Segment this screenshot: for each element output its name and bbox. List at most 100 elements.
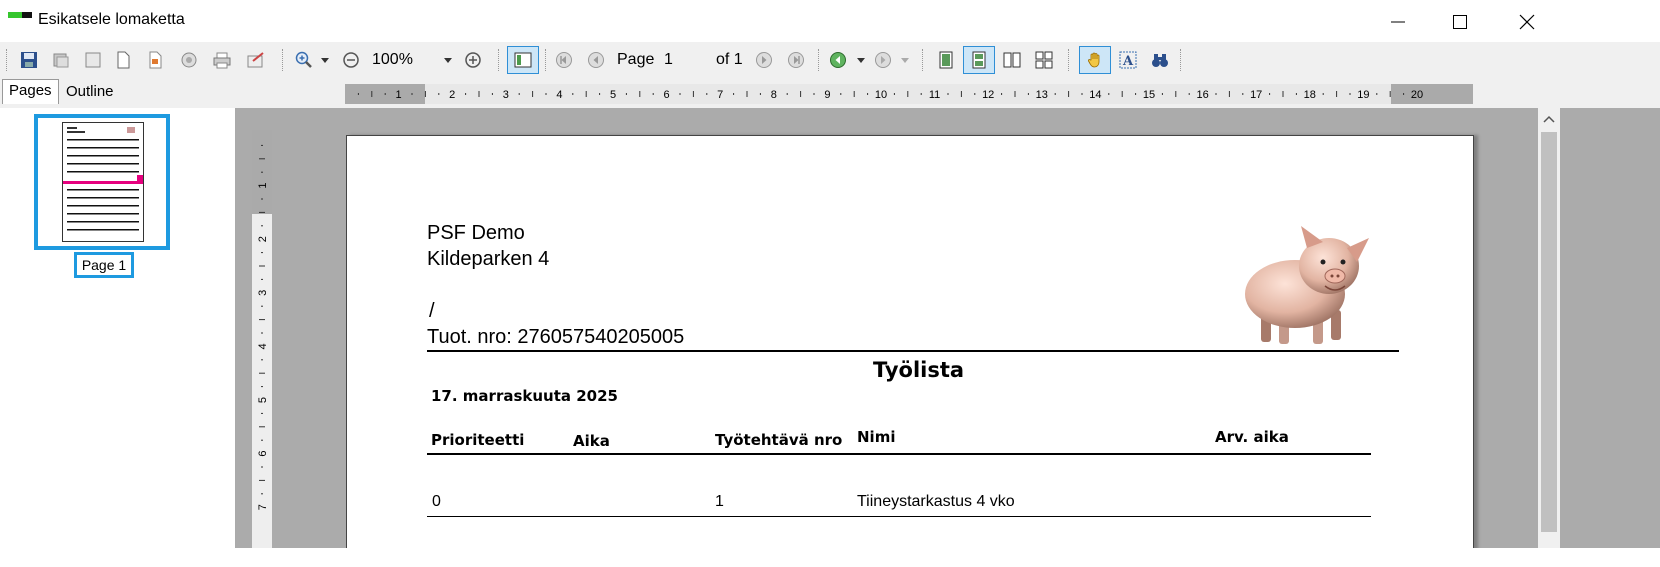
- multiple-pages-icon: [1035, 51, 1053, 69]
- vertical-ruler: 1 2 3 4 5 6 7: [252, 130, 272, 548]
- page-thumbnail[interactable]: [34, 114, 170, 250]
- toolbar: 100% Page 1 of 1 A: [0, 43, 1660, 77]
- product-number: Tuot. nro: 276057540205005: [427, 326, 685, 348]
- ruler-label: 9: [824, 89, 830, 101]
- tab-pages[interactable]: Pages: [2, 79, 59, 104]
- tab-outline[interactable]: Outline: [60, 81, 120, 103]
- row-divider: [427, 516, 1371, 517]
- zoom-out-button[interactable]: [340, 46, 362, 74]
- save-button[interactable]: [16, 46, 42, 74]
- previous-page-icon: [588, 52, 604, 68]
- stop-button[interactable]: [176, 46, 202, 74]
- page-setup-button[interactable]: [80, 46, 106, 74]
- continuous-page-button[interactable]: [963, 46, 995, 74]
- title-bar: Esikatsele lomaketta: [0, 0, 1660, 42]
- multiple-pages-button[interactable]: [1030, 46, 1058, 74]
- forward-button[interactable]: [870, 46, 896, 74]
- scroll-up-icon: [1543, 115, 1555, 123]
- open-button[interactable]: [48, 46, 74, 74]
- ruler-label: 15: [1143, 89, 1155, 101]
- vertical-scrollbar[interactable]: [1538, 108, 1560, 548]
- chevron-down-icon: [857, 57, 865, 63]
- next-page-icon: [756, 52, 772, 68]
- horizontal-ruler: 1 2 3 4 5 6 7 8 9 10 11 12 13 14 15 16 17 18 19 20: [345, 84, 1473, 104]
- find-button[interactable]: [1146, 46, 1174, 74]
- thumbnails-panel-icon: [514, 52, 532, 68]
- close-icon: [1519, 14, 1535, 30]
- previous-page-button[interactable]: [584, 46, 608, 74]
- page-thumbnails-panel: Page 1: [0, 108, 236, 548]
- chevron-down-icon: [444, 57, 452, 63]
- ruler-label: 18: [1304, 89, 1316, 101]
- printer-icon: [213, 52, 231, 69]
- minimize-button[interactable]: [1368, 4, 1428, 40]
- two-pages-button[interactable]: [998, 46, 1026, 74]
- document-page: PSF Demo Kildeparken 4 / Tuot. nro: 2760…: [346, 135, 1474, 548]
- ruler-label: 6: [257, 451, 269, 457]
- scrollbar-thumb[interactable]: [1541, 132, 1557, 532]
- page-number-input[interactable]: 1: [664, 48, 708, 72]
- ruler-label: 20: [1411, 89, 1423, 101]
- zoom-in-dropdown[interactable]: [318, 46, 332, 74]
- chevron-down-icon: [901, 57, 909, 63]
- report-date: 17. marraskuuta 2025: [431, 387, 618, 405]
- forward-dropdown[interactable]: [898, 46, 912, 74]
- last-page-button[interactable]: [784, 46, 808, 74]
- svg-text:A: A: [1122, 54, 1134, 69]
- send-button[interactable]: [242, 46, 270, 74]
- two-pages-icon: [1003, 52, 1021, 68]
- ruler-label: 11: [929, 89, 940, 101]
- zoom-plus-button[interactable]: [462, 46, 484, 74]
- back-button[interactable]: [824, 46, 852, 74]
- hand-tool-button[interactable]: [1079, 46, 1111, 74]
- maximize-icon: [1453, 15, 1467, 29]
- zoom-dropdown[interactable]: [440, 46, 456, 74]
- ruler-label: 6: [664, 89, 670, 101]
- export-icon: [149, 51, 162, 69]
- first-page-button[interactable]: [552, 46, 576, 74]
- ruler-label: 5: [257, 397, 269, 403]
- maximize-button[interactable]: [1430, 4, 1490, 40]
- back-arrow-icon: [830, 52, 846, 68]
- thumbnail-content: [63, 127, 143, 231]
- close-button[interactable]: [1497, 4, 1557, 40]
- company-name: PSF Demo: [427, 222, 525, 244]
- single-page-button[interactable]: [932, 46, 960, 74]
- row-priority: 0: [432, 493, 441, 510]
- row-name: Tiineystarkastus 4 vko: [857, 493, 1015, 510]
- ruler-label: 1: [257, 183, 269, 189]
- thumbnail-preview: [62, 122, 144, 242]
- next-page-button[interactable]: [752, 46, 776, 74]
- ruler-label: 2: [449, 89, 455, 101]
- ruler-label: 4: [556, 89, 562, 101]
- page-count-label: of 1: [716, 48, 750, 72]
- back-dropdown[interactable]: [854, 46, 868, 74]
- open-file-icon: [53, 53, 69, 68]
- print-button[interactable]: [208, 46, 236, 74]
- minimize-icon: [1391, 21, 1405, 23]
- zoom-input[interactable]: 100%: [372, 48, 432, 72]
- ruler-label: 3: [503, 89, 509, 101]
- pig-logo: [1245, 226, 1369, 344]
- stop-icon: [181, 52, 197, 68]
- new-page-button[interactable]: [110, 46, 136, 74]
- zoom-in-icon: [295, 51, 312, 68]
- column-header-priority: Prioriteetti: [431, 431, 525, 449]
- preview-window: Esikatsele lomaketta 100% Page 1 of 1 A …: [0, 0, 1660, 548]
- ruler-label: 7: [717, 89, 723, 101]
- row-task-number: 1: [715, 493, 724, 510]
- thumbnails-toggle-button[interactable]: [507, 46, 539, 74]
- column-header-name: Nimi: [857, 428, 896, 446]
- text-select-button[interactable]: A: [1114, 46, 1142, 74]
- ruler-label: 13: [1036, 89, 1048, 101]
- forward-arrow-icon: [875, 52, 891, 68]
- hand-icon: [1088, 52, 1100, 68]
- window-title: Esikatsele lomaketta: [38, 11, 185, 28]
- zoom-in-button[interactable]: [292, 46, 316, 74]
- ruler-label: 19: [1357, 89, 1369, 101]
- page-icon: [117, 51, 130, 69]
- export-button[interactable]: [142, 46, 168, 74]
- zoom-plus-icon: [465, 52, 481, 68]
- single-page-icon: [939, 51, 953, 69]
- save-icon: [21, 52, 37, 68]
